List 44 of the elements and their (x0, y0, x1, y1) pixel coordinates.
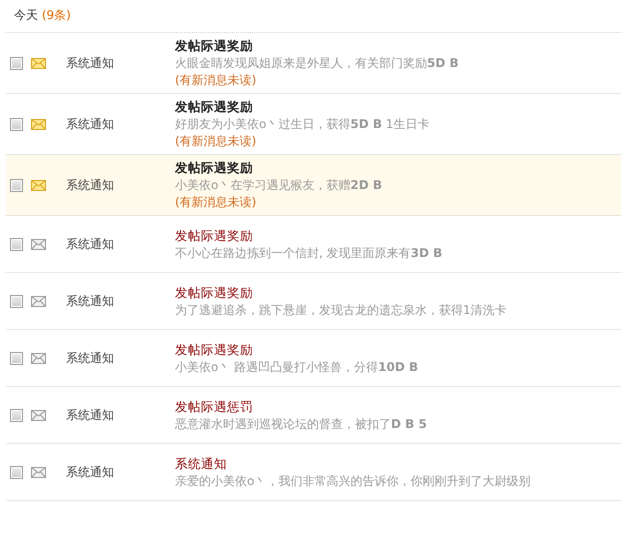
message-title[interactable]: 发帖际遇惩罚 (175, 398, 427, 416)
checkbox[interactable] (10, 466, 23, 478)
sender-name: 系统通知 (66, 236, 115, 253)
sender-name: 系统通知 (66, 55, 115, 72)
checkbox[interactable] (10, 294, 23, 308)
checkbox[interactable] (10, 178, 23, 192)
message-row[interactable]: 系统通知 发帖际遇惩罚 恶意灌水时遇到巡视论坛的督查，被扣了D B 5 (6, 387, 621, 444)
checkbox[interactable] (10, 118, 23, 130)
message-row[interactable]: 系统通知 发帖际遇奖励 小美依o丶在学习遇见猴友，获赠2D B (有新消息未读) (6, 155, 621, 216)
message-text: 不小心在路边拣到一个信封, 发现里面原来有3D B (175, 244, 442, 262)
checkbox[interactable] (10, 56, 23, 70)
message-title[interactable]: 发帖际遇奖励 (175, 98, 430, 116)
checkbox[interactable] (10, 238, 23, 250)
message-row[interactable]: 系统通知 发帖际遇奖励 火眼金睛发现凤姐原来是外星人，有关部门奖励5D B (有新消息未读) (6, 33, 621, 94)
sender-name: 系统通知 (66, 293, 115, 310)
message-title[interactable]: 系统通知 (175, 454, 530, 472)
message-row[interactable]: 系统通知 系统通知 亲爱的小美依o丶，我们非常高兴的告诉你，你刚刚升到了大尉级别 (6, 444, 621, 501)
message-title[interactable]: 发帖际遇奖励 (175, 226, 442, 244)
checkbox[interactable] (10, 408, 23, 422)
message-title[interactable]: 发帖际遇奖励 (175, 340, 418, 358)
message-text: 小美依o丶在学习遇见猴友，获赠2D B (175, 177, 382, 194)
message-row[interactable]: 系统通知 发帖际遇奖励 不小心在路边拣到一个信封, 发现里面原来有3D B (6, 216, 621, 273)
sender-name: 系统通知 (66, 464, 115, 481)
unread-note: (有新消息未读) (175, 194, 258, 211)
message-text: 恶意灌水时遇到巡视论坛的督查，被扣了D B 5 (175, 416, 427, 432)
message-count: (9条) (42, 8, 71, 22)
checkbox[interactable] (10, 352, 23, 364)
message-text: 火眼金睛发现凤姐原来是外星人，有关部门奖励5D B (175, 55, 459, 72)
section-title: 今天 (14, 8, 38, 22)
message-text: 为了逃避追杀，跳下悬崖，发现古龙的遗忘泉水，获得1清洗卡 (175, 302, 507, 318)
unread-note: (有新消息未读) (175, 133, 258, 150)
message-row[interactable]: 系统通知 发帖际遇奖励 小美依o丶 路遇凹凸曼打小怪兽，分得10D B (6, 330, 621, 387)
message-title[interactable]: 发帖际遇奖励 (175, 284, 507, 302)
message-text: 亲爱的小美依o丶，我们非常高兴的告诉你，你刚刚升到了大尉级别 (175, 472, 530, 490)
sender-name: 系统通知 (66, 407, 115, 424)
message-title[interactable]: 发帖际遇奖励 (175, 159, 382, 177)
sender-name: 系统通知 (66, 350, 115, 367)
sender-name: 系统通知 (66, 116, 115, 133)
unread-note: (有新消息未读) (175, 72, 258, 89)
message-row[interactable]: 系统通知 发帖际遇奖励 为了逃避追杀，跳下悬崖，发现古龙的遗忘泉水，获得1清洗卡 (6, 273, 621, 330)
message-text: 好朋友为小美依o丶过生日，获得5D B 1生日卡 (175, 116, 430, 133)
message-title[interactable]: 发帖际遇奖励 (175, 37, 459, 55)
sender-name: 系统通知 (66, 177, 115, 194)
message-text: 小美依o丶 路遇凹凸曼打小怪兽，分得10D B (175, 358, 418, 376)
